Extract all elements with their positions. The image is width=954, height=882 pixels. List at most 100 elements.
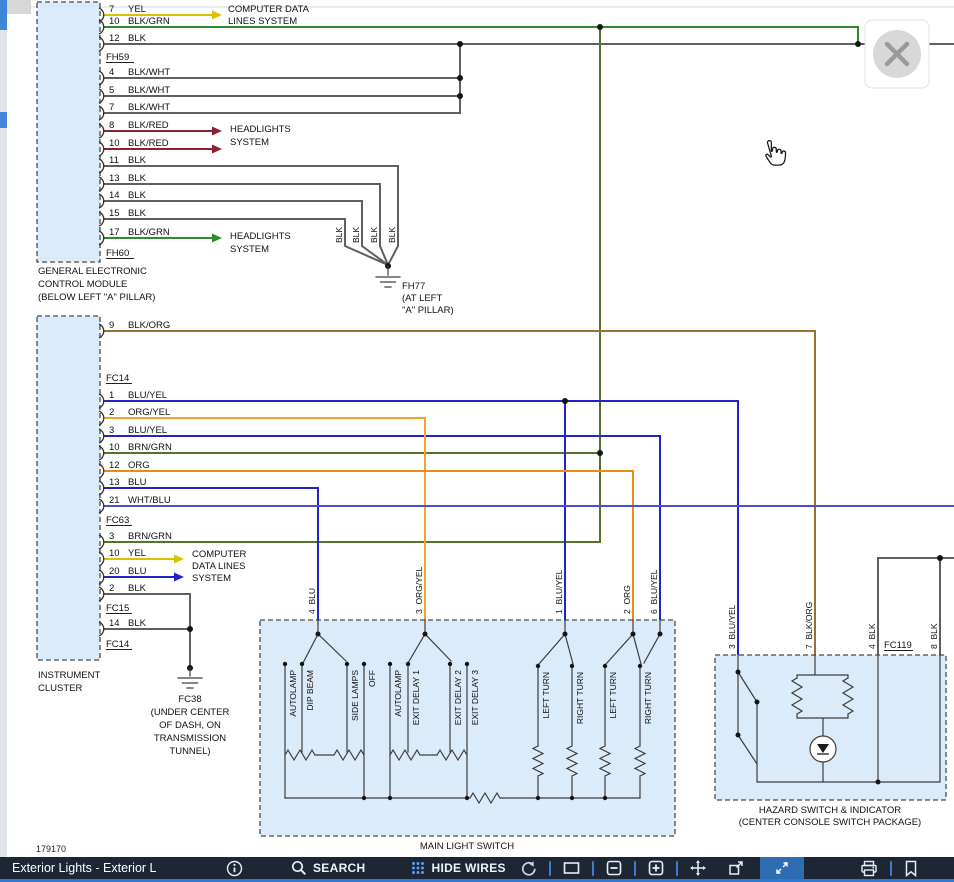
wire-color-label: YEL — [128, 548, 146, 559]
undo-button[interactable] — [520, 860, 537, 876]
gem-module-box — [37, 2, 100, 262]
pin-number: 17 — [109, 227, 120, 238]
system-label: COMPUTER DATA — [228, 4, 310, 15]
entry-label: 4 BLU — [307, 588, 317, 614]
pin-number: 12 — [109, 460, 120, 471]
system-label: LINES SYSTEM — [228, 16, 297, 27]
switch-position-label: OFF — [367, 670, 377, 687]
component-caption: (CENTER CONSOLE SWITCH PACKAGE) — [739, 817, 921, 828]
expand-button[interactable] — [760, 857, 804, 879]
switch-position-label: DIP BEAM — [305, 670, 315, 710]
wire-color-label: WHT/BLU — [128, 495, 171, 506]
pin-number: 21 — [109, 495, 120, 506]
info-button[interactable] — [226, 860, 243, 877]
print-button[interactable] — [860, 860, 878, 877]
pin-number: 1 — [109, 390, 114, 401]
entry-label: 2 ORG — [622, 585, 632, 614]
bookmark-icon — [904, 860, 918, 877]
printer-icon — [860, 860, 878, 877]
pin-number: 13 — [109, 173, 120, 184]
entry-label: 3 ORG/YEL — [414, 566, 424, 614]
toolbar-separator — [549, 861, 551, 876]
cursor-hand-icon — [766, 141, 786, 165]
wire-color-label: BLK/RED — [128, 138, 169, 149]
system-label: SYSTEM — [230, 137, 269, 148]
arrow-icon — [212, 127, 222, 154]
pin-number: 10 — [109, 138, 120, 149]
pin-number: 15 — [109, 208, 120, 219]
pin-number: 2 — [109, 407, 114, 418]
scrollbar-marker[interactable] — [0, 112, 7, 128]
wire-blu — [104, 401, 738, 655]
export-icon — [728, 860, 744, 876]
entry-label: 3 BLU/YEL — [727, 604, 737, 649]
system-label: HEADLIGHTS — [230, 231, 291, 242]
connector-label: FC63 — [106, 515, 129, 526]
zoom-in-button[interactable] — [648, 860, 664, 876]
component-caption: HAZARD SWITCH & INDICATOR — [759, 805, 901, 816]
switch-position-label: EXIT DELAY 2 — [453, 670, 463, 726]
export-button[interactable] — [728, 860, 744, 876]
switch-position-label: RIGHT TURN — [575, 672, 585, 724]
connector-label: FH60 — [106, 248, 129, 259]
left-scroll-track[interactable] — [0, 0, 7, 857]
arrow-icon — [212, 234, 222, 243]
wire-color-label: BRN/GRN — [128, 531, 172, 542]
wire-color-label: YEL — [128, 4, 146, 15]
pin-number: 3 — [109, 425, 114, 436]
wire-color-label: BLK — [128, 173, 147, 184]
entry-label: 4 BLK — [867, 623, 877, 649]
wire-color-vertical: BLK — [351, 227, 361, 243]
expand-icon — [774, 860, 790, 876]
wire-color-vertical: BLK — [387, 227, 397, 243]
zoom-out-button[interactable] — [606, 860, 622, 876]
instrument-cluster-box — [37, 316, 100, 660]
wires-grid-icon — [411, 861, 425, 875]
pin-number: 4 — [109, 67, 114, 78]
wire-color-label: BRN/GRN — [128, 442, 172, 453]
hazard-switch-box — [715, 655, 946, 800]
scrollbar-thumb[interactable] — [0, 0, 7, 30]
wire-color-label: BLU/YEL — [128, 425, 167, 436]
wire-color-label: BLK/WHT — [128, 85, 170, 96]
wire-color-label: BLK/WHT — [128, 67, 170, 78]
save-button[interactable] — [904, 860, 918, 877]
system-label: SYSTEM — [192, 573, 231, 584]
main-light-switch: 4 BLU 3 ORG/YEL 1 BLU/YEL 2 ORG 6 BLU/YE… — [260, 566, 675, 852]
connector-label: FC14 — [106, 373, 129, 384]
ground-label: (AT LEFT — [402, 293, 442, 304]
pin-number: 9 — [109, 320, 114, 331]
wire-color-label: BLK — [128, 208, 147, 219]
connector-label: FC14 — [106, 639, 129, 650]
fit-icon — [563, 860, 580, 876]
component-name: CONTROL MODULE — [38, 279, 127, 290]
tab-exterior-lights[interactable]: Exterior Lights - Exterior L — [0, 861, 210, 875]
wire-color-label: BLU/YEL — [128, 390, 167, 401]
entry-label: 8 BLK — [929, 623, 939, 649]
connector-label: FH59 — [106, 52, 129, 63]
wire-color-label: ORG — [128, 460, 150, 471]
pin-number: 10 — [109, 548, 120, 559]
search-button[interactable]: SEARCH — [291, 860, 365, 876]
component-name: GENERAL ELECTRONIC — [38, 266, 147, 277]
pin-number: 8 — [109, 120, 114, 131]
pan-button[interactable] — [690, 860, 706, 876]
hide-wires-button[interactable]: HIDE WIRES — [411, 861, 505, 875]
toolbar-separator — [676, 861, 678, 876]
switch-position-label: EXIT DELAY 1 — [411, 670, 421, 726]
fit-button[interactable] — [563, 860, 580, 876]
system-annotations-top: COMPUTER DATA LINES SYSTEM HEADLIGHTS SY… — [228, 4, 454, 316]
toolbar-separator — [890, 861, 892, 876]
component-name: (BELOW LEFT "A" PILLAR) — [38, 292, 155, 303]
zoom-in-icon — [648, 860, 664, 876]
pin-number: 14 — [109, 618, 120, 629]
system-label: SYSTEM — [230, 244, 269, 255]
toolbar-separator — [634, 861, 636, 876]
pin-number: 10 — [109, 442, 120, 453]
switch-position-label: SIDE LAMPS — [350, 670, 360, 721]
pin-number: 7 — [109, 102, 114, 113]
switch-position-label: LEFT TURN — [608, 672, 618, 718]
ground-label: "A" PILLAR) — [402, 305, 454, 316]
wire-color-label: BLK/WHT — [128, 102, 170, 113]
search-label: SEARCH — [313, 861, 365, 875]
